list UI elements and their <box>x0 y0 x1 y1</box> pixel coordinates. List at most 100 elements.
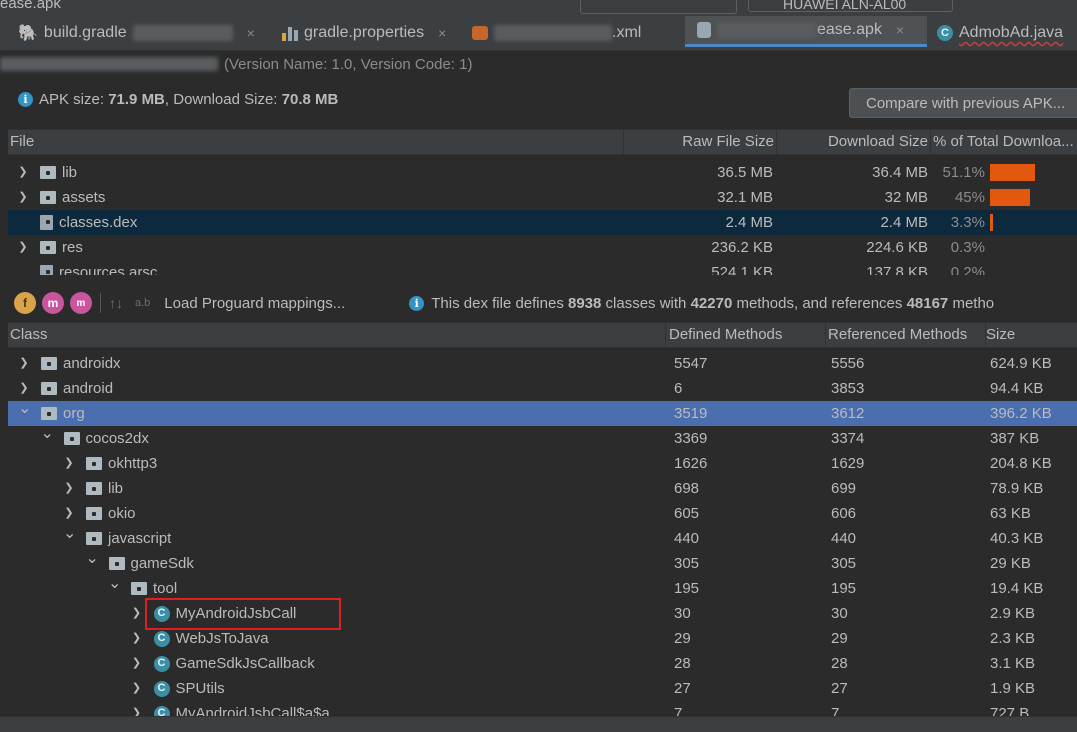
tab-build-gradle[interactable]: 🐘 build.gradle × <box>18 16 268 50</box>
tree-label: GameSdkJsCallback <box>175 655 315 672</box>
size: 396.2 KB <box>990 405 1052 422</box>
compare-apk-button[interactable]: Compare with previous APK... <box>849 88 1077 118</box>
title-strip: ease.apk HUAWEI ALN-AL00 <box>0 0 1077 16</box>
class-row[interactable]: ❯ android 6 3853 94.4 KB <box>8 376 1077 401</box>
size: 1.9 KB <box>990 680 1036 697</box>
file-name-label: lib <box>62 164 78 181</box>
col-download-size[interactable]: Download Size <box>777 130 931 154</box>
download-size: 2.4 MB <box>880 214 928 231</box>
alpha-sort-icon[interactable]: a.b <box>135 297 150 309</box>
class-name: C GameSdkJsCallback <box>153 651 315 676</box>
chevron-right-icon[interactable]: ❯ <box>63 476 75 501</box>
chevron-right-icon[interactable]: ❯ <box>63 501 75 526</box>
chevron-down-icon[interactable]: ⌄ <box>108 576 121 601</box>
close-icon[interactable]: × <box>247 25 255 41</box>
chevron-down-icon[interactable]: ⌄ <box>63 526 76 551</box>
referenced-methods: 606 <box>831 505 857 522</box>
defined-methods: 30 <box>674 605 691 622</box>
tab-admobad-java[interactable]: C AdmobAd.java <box>937 16 1077 50</box>
show-methods-icon[interactable]: m <box>42 292 64 314</box>
chevron-down-icon[interactable]: ⌄ <box>18 401 31 426</box>
class-row[interactable]: ❯ okhttp3 1626 1629 204.8 KB <box>8 451 1077 476</box>
class-name: C MyAndroidJsbCall$a$a <box>153 701 330 716</box>
class-row[interactable]: ❯ C GameSdkJsCallback 28 28 3.1 KB <box>8 651 1077 676</box>
tab-gradle-properties[interactable]: gradle.properties × <box>282 16 462 50</box>
class-row[interactable]: ⌄ cocos2dx 3369 3374 387 KB <box>8 426 1077 451</box>
percent-of-total: 0.2% <box>950 264 985 275</box>
percent-of-total: 3.3% <box>950 214 985 231</box>
chevron-right-icon[interactable]: ❯ <box>63 451 75 476</box>
size: 2.9 KB <box>990 605 1036 622</box>
load-proguard-mappings-button[interactable]: Load Proguard mappings... <box>164 295 345 312</box>
chevron-right-icon[interactable]: ❯ <box>131 676 143 701</box>
defined-methods: 1626 <box>674 455 708 472</box>
chevron-right-icon[interactable]: ❯ <box>131 626 143 651</box>
size: 29 KB <box>990 555 1031 572</box>
size: 94.4 KB <box>990 380 1044 397</box>
chevron-down-icon[interactable]: ⌄ <box>41 426 54 451</box>
show-references-icon[interactable]: m <box>70 292 92 314</box>
device-dropdown[interactable]: HUAWEI ALN-AL00 <box>748 0 953 12</box>
col-referenced-methods[interactable]: Referenced Methods <box>826 323 986 347</box>
col-percent[interactable]: % of Total Downloa... <box>931 130 1077 154</box>
raw-size: 32.1 MB <box>717 189 773 206</box>
col-class[interactable]: Class <box>8 323 666 347</box>
file-row[interactable]: ❯ assets 32.1 MB 32 MB 45% <box>8 185 1077 210</box>
class-row[interactable]: ❯ C SPUtils 27 27 1.9 KB <box>8 676 1077 701</box>
file-row[interactable]: classes.dex 2.4 MB 2.4 MB 3.3% <box>8 210 1077 235</box>
col-file[interactable]: File <box>8 130 624 154</box>
referenced-methods: 7 <box>831 705 840 716</box>
download-size: 137.8 KB <box>866 264 928 275</box>
size: 63 KB <box>990 505 1031 522</box>
run-config-dropdown[interactable] <box>580 0 737 14</box>
package-name: org <box>41 401 85 426</box>
tree-label: MyAndroidJsbCall$a$a <box>175 705 330 716</box>
apk-size-info: i APK size: 71.9 MB, Download Size: 70.8… <box>18 86 338 112</box>
show-fields-icon[interactable]: f <box>14 292 36 314</box>
col-raw-size[interactable]: Raw File Size <box>624 130 777 154</box>
class-row[interactable]: ❯ lib 698 699 78.9 KB <box>8 476 1077 501</box>
close-icon[interactable]: × <box>438 25 446 41</box>
chevron-right-icon[interactable]: ❯ <box>17 185 29 210</box>
chevron-right-icon[interactable]: ❯ <box>17 160 29 185</box>
tab-xml[interactable]: .xml <box>472 16 677 50</box>
package-name: gameSdk <box>108 551 194 576</box>
chevron-right-icon[interactable]: ❯ <box>131 651 143 676</box>
defined-methods: 305 <box>674 555 700 572</box>
tab-label: gradle.properties <box>304 24 425 41</box>
chevron-right-icon[interactable]: ❯ <box>131 601 143 626</box>
editor-tabbar: 🐘 build.gradle × gradle.properties × .xm… <box>0 16 1077 51</box>
chevron-right-icon[interactable]: ❯ <box>131 701 143 716</box>
class-row[interactable]: ⌄ gameSdk 305 305 29 KB <box>8 551 1077 576</box>
window-title: ease.apk <box>0 0 61 12</box>
file-row[interactable]: ❯ lib 36.5 MB 36.4 MB 51.1% <box>8 160 1077 185</box>
size: 2.3 KB <box>990 630 1036 647</box>
col-size[interactable]: Size <box>986 323 1077 347</box>
class-row[interactable]: ❯ androidx 5547 5556 624.9 KB <box>8 351 1077 376</box>
download-size: 224.6 KB <box>866 239 928 256</box>
defined-methods: 3519 <box>674 405 708 422</box>
class-row[interactable]: ⌄ org 3519 3612 396.2 KB <box>8 401 1077 426</box>
class-row[interactable]: ❯ okio 605 606 63 KB <box>8 501 1077 526</box>
dex-toolbar: f m m ↑↓ a.b Load Proguard mappings... i… <box>8 288 1077 318</box>
raw-size: 524.1 KB <box>711 264 773 275</box>
class-row[interactable]: ❯ C MyAndroidJsbCall$a$a 7 7 727 B <box>8 701 1077 716</box>
class-name: C SPUtils <box>153 676 225 701</box>
chevron-right-icon[interactable]: ❯ <box>18 376 30 401</box>
chevron-right-icon[interactable]: ❯ <box>17 235 29 260</box>
tree-label: android <box>63 380 114 397</box>
chevron-right-icon[interactable]: ❯ <box>18 351 30 376</box>
tab-apk[interactable]: ease.apk × <box>685 16 927 47</box>
version-text: (Version Name: 1.0, Version Code: 1) <box>224 55 473 73</box>
class-row[interactable]: ⌄ javascript 440 440 40.3 KB <box>8 526 1077 551</box>
close-icon[interactable]: × <box>896 22 904 38</box>
redacted-text <box>717 22 817 38</box>
file-row[interactable]: ❯ res 236.2 KB 224.6 KB 0.3% <box>8 235 1077 260</box>
file-row[interactable]: resources.arsc 524.1 KB 137.8 KB 0.2% <box>8 260 1077 275</box>
chevron-down-icon[interactable]: ⌄ <box>86 551 99 576</box>
sort-icon[interactable]: ↑↓ <box>109 295 123 311</box>
referenced-methods: 305 <box>831 555 857 572</box>
col-defined-methods[interactable]: Defined Methods <box>666 323 826 347</box>
download-size: 32 MB <box>884 189 928 206</box>
referenced-methods: 3374 <box>831 430 865 447</box>
